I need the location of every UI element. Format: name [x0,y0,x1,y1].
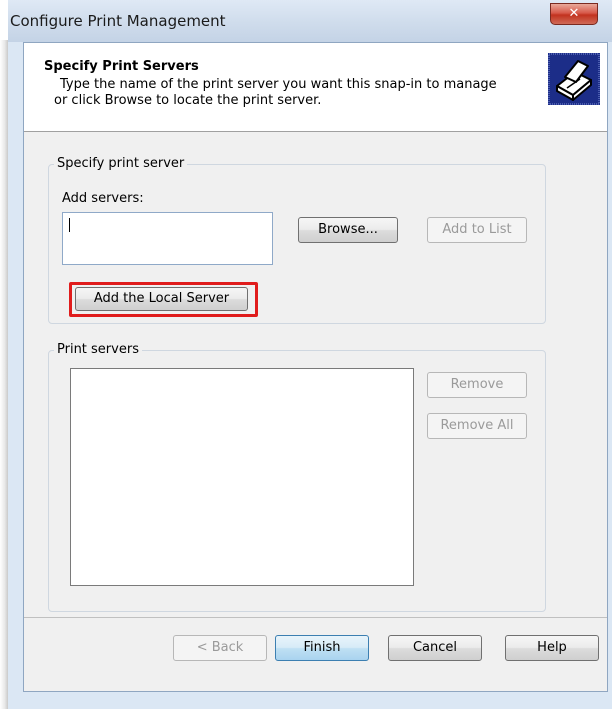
specify-print-server-group-label: Specify print server [54,156,188,171]
dialog-window: Configure Print Management ✕ Specify Pri… [8,0,612,709]
page-title: Specify Print Servers [44,59,199,74]
cancel-button[interactable]: Cancel [388,635,482,661]
footer-divider [24,617,607,618]
close-button[interactable]: ✕ [550,3,598,25]
printer-icon [548,53,600,105]
remove-all-button[interactable]: Remove All [427,413,527,439]
browse-button[interactable]: Browse... [298,217,398,243]
help-button[interactable]: Help [505,635,599,661]
dialog-client: Specify Print Servers Type the name of t… [23,42,608,692]
highlight-box [69,282,258,317]
page-subtitle-line1: Type the name of the print server you wa… [60,77,497,92]
text-caret [69,218,70,232]
server-name-input[interactable] [62,212,273,265]
print-servers-group-label: Print servers [54,342,142,357]
remove-button[interactable]: Remove [427,372,527,398]
title-bar[interactable]: Configure Print Management ✕ [8,0,612,42]
window-title: Configure Print Management [10,12,226,30]
wizard-header: Specify Print Servers Type the name of t… [24,43,607,132]
finish-button[interactable]: Finish [275,635,369,661]
page-subtitle-line2: or click Browse to locate the print serv… [54,93,322,108]
back-button[interactable]: < Back [173,635,267,661]
add-servers-label: Add servers: [62,191,144,206]
add-to-list-button[interactable]: Add to List [427,217,527,243]
print-servers-list[interactable] [70,368,414,586]
close-icon: ✕ [568,6,580,21]
window-edge [0,40,8,709]
